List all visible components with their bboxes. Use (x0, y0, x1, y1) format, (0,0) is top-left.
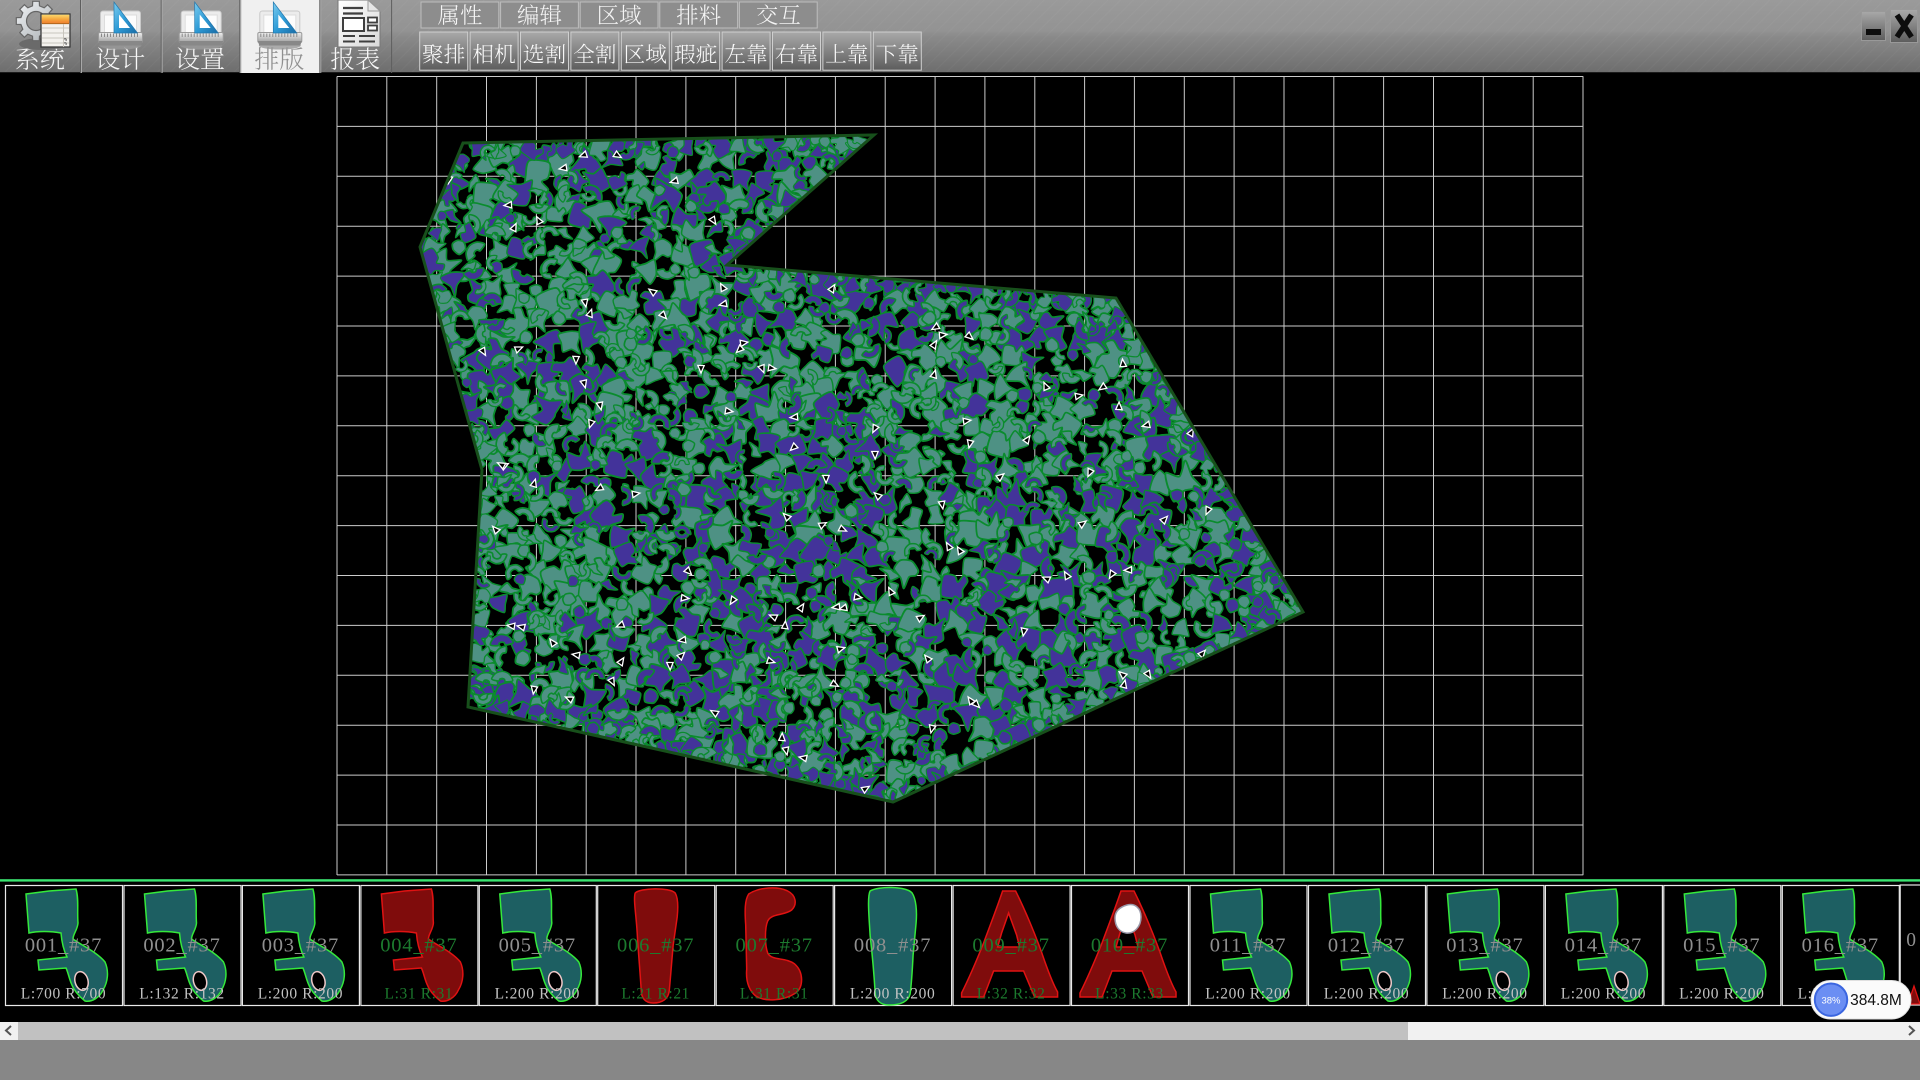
svg-text:L:200 R:200: L:200 R:200 (258, 986, 343, 1003)
svg-text:016_#37: 016_#37 (1802, 935, 1879, 957)
svg-text:L:200 R:200: L:200 R:200 (1679, 986, 1764, 1003)
svg-text:008_#37: 008_#37 (854, 935, 931, 957)
svg-text:L:31 R:31: L:31 R:31 (385, 986, 454, 1003)
svg-text:L:700 R:700: L:700 R:700 (21, 986, 106, 1003)
svg-text:L:33 R:33: L:33 R:33 (1095, 986, 1164, 1003)
svg-text:010_#37: 010_#37 (1091, 935, 1168, 957)
svg-text:L:200 R:200: L:200 R:200 (1442, 986, 1527, 1003)
svg-text:L:200 R:200: L:200 R:200 (1324, 986, 1409, 1003)
svg-text:013_#37: 013_#37 (1446, 935, 1523, 957)
svg-text:001_#37: 001_#37 (25, 935, 102, 957)
svg-text:L:200 R:200: L:200 R:200 (1561, 986, 1646, 1003)
svg-text:005_#37: 005_#37 (499, 935, 576, 957)
svg-text:011_#37: 011_#37 (1210, 935, 1287, 957)
svg-text:003_#37: 003_#37 (262, 935, 339, 957)
svg-text:007_#37: 007_#37 (736, 935, 813, 957)
svg-text:0: 0 (1906, 930, 1916, 951)
svg-text:L:200 R:200: L:200 R:200 (495, 986, 580, 1003)
svg-text:006_#37: 006_#37 (617, 935, 694, 957)
svg-text:L:132 R:132: L:132 R:132 (139, 986, 224, 1003)
svg-text:L:32 R:32: L:32 R:32 (977, 986, 1046, 1003)
svg-text:L:200 R:200: L:200 R:200 (850, 986, 935, 1003)
svg-text:015_#37: 015_#37 (1683, 935, 1760, 957)
svg-text:L:200 R:200: L:200 R:200 (1205, 986, 1290, 1003)
svg-text:L:31 R:31: L:31 R:31 (740, 986, 809, 1003)
svg-text:014_#37: 014_#37 (1565, 935, 1642, 957)
svg-text:38%: 38% (1821, 996, 1841, 1007)
svg-text:002_#37: 002_#37 (143, 935, 220, 957)
svg-text:004_#37: 004_#37 (380, 935, 457, 957)
svg-text:009_#37: 009_#37 (972, 935, 1049, 957)
svg-text:L:21 R:21: L:21 R:21 (621, 986, 690, 1003)
svg-text:384.8M: 384.8M (1850, 992, 1902, 1009)
svg-text:012_#37: 012_#37 (1328, 935, 1405, 957)
